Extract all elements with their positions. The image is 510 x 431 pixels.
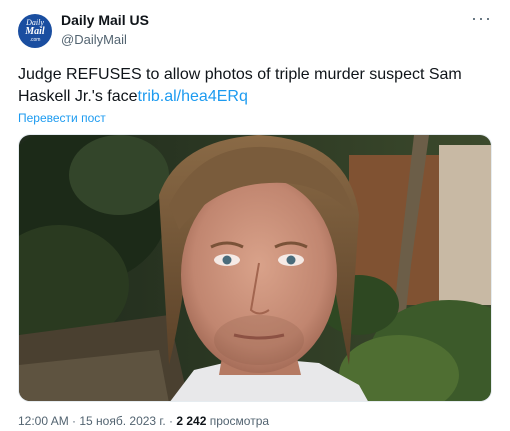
user-handle[interactable]: @DailyMail [61,32,149,47]
media-photo [19,135,491,401]
tweet-card[interactable]: Daily Mail .com Daily Mail US @DailyMail… [0,0,510,431]
tweet-link[interactable]: trib.al/hea4ERq [138,88,248,105]
avatar-text-line2: Mail [25,26,45,37]
views-label: просмотра [206,414,270,428]
author-block: Daily Mail US @DailyMail [61,12,149,47]
tweet-meta: 12:00 AM · 15 нояб. 2023 г. · 2 242 прос… [18,414,492,428]
tweet-date[interactable]: 15 нояб. 2023 г. [79,414,165,428]
avatar-text-line3: .com [29,37,41,43]
views-count: 2 242 [176,414,207,428]
meta-separator: · [165,414,177,428]
tweet-time[interactable]: 12:00 AM [18,414,69,428]
tweet-text: Judge REFUSES to allow photos of triple … [18,64,493,108]
translate-post-link[interactable]: Перевести пост [18,111,106,125]
display-name[interactable]: Daily Mail US [61,12,149,30]
more-horizontal-icon[interactable]: ··· [471,8,492,29]
tweet-header: Daily Mail .com Daily Mail US @DailyMail [18,10,492,56]
tweet-media-image[interactable] [18,134,492,402]
meta-separator: · [68,414,80,428]
avatar[interactable]: Daily Mail .com [18,14,52,48]
